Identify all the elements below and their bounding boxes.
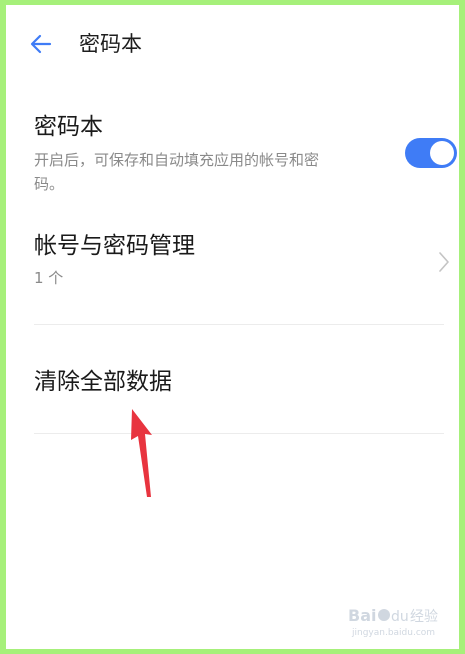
- watermark-cn: 经验: [410, 609, 438, 625]
- account-count: 1 个: [34, 269, 64, 287]
- account-management-title: 帐号与密码管理: [34, 233, 195, 259]
- baidu-jingyan-watermark: Bai du 经验 jingyan.baidu.com: [346, 601, 446, 641]
- divider: [34, 324, 444, 325]
- watermark-brand-suffix: du: [391, 609, 409, 625]
- page-title: 密码本: [79, 32, 142, 56]
- arrow-left-icon: [30, 34, 52, 54]
- clear-all-data-title: 清除全部数据: [34, 369, 172, 395]
- top-bar: 密码本: [6, 5, 459, 85]
- password-book-description-line1: 开启后，可保存和自动填充应用的帐号和密: [34, 151, 320, 169]
- toggle-knob: [430, 141, 454, 165]
- screen: 密码本 密码本 开启后，可保存和自动填充应用的帐号和密 码。 帐号与密码管理 1…: [6, 5, 459, 649]
- password-book-title: 密码本: [34, 114, 103, 140]
- back-button[interactable]: [28, 31, 54, 57]
- watermark-brand: Bai: [348, 606, 376, 625]
- divider: [34, 433, 444, 434]
- password-book-description-line2: 码。: [34, 175, 65, 193]
- red-arrow-up-icon: [122, 409, 162, 499]
- chevron-right-icon: [437, 249, 451, 275]
- password-book-toggle[interactable]: [405, 138, 457, 168]
- watermark-url: jingyan.baidu.com: [351, 628, 435, 638]
- paw-icon: [378, 609, 390, 621]
